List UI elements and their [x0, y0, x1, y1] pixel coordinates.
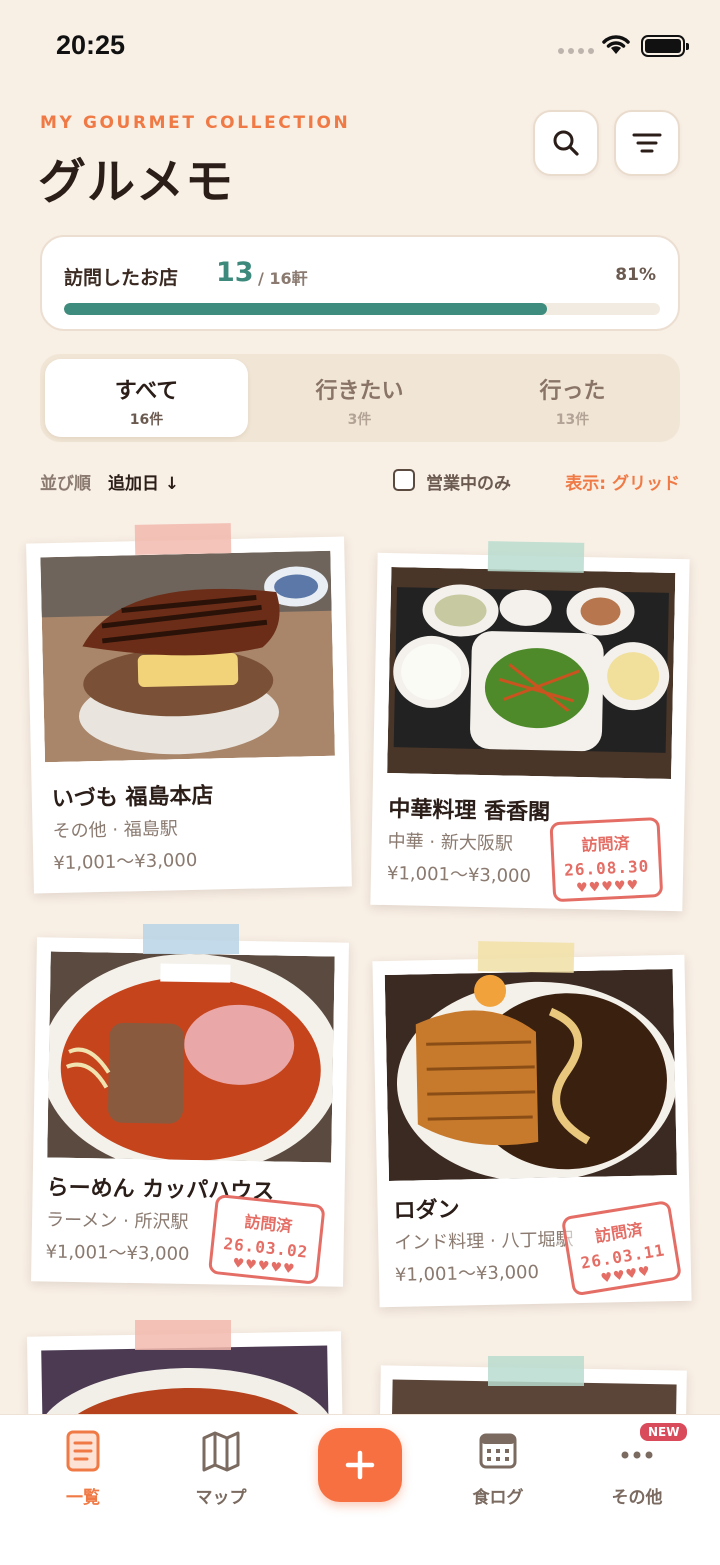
visit-progress-label: 訪問したお店 — [64, 267, 179, 289]
restaurant-price: ¥1,001～¥3,000 — [386, 863, 532, 888]
tab-count: 13件 — [555, 412, 590, 428]
restaurant-name: いづも 福島本店 — [51, 783, 214, 813]
visited-stamp: 訪問済 26.08.30 ♥♥♥♥♥ — [549, 816, 664, 903]
calendar-icon — [479, 1433, 517, 1469]
tab-want-to-go[interactable]: 行きたい 3件 — [258, 359, 461, 437]
tab-visited[interactable]: 行った 13件 — [471, 359, 674, 437]
nav-map[interactable]: マップ — [171, 1429, 271, 1508]
visited-stamp: 訪問済 26.03.11 ♥♥♥♥ — [560, 1199, 683, 1297]
restaurant-card[interactable]: らーめん カッパハウス ラーメン · 所沢駅 ¥1,001～¥3,000 訪問済… — [31, 937, 349, 1287]
visited-stamp: 訪問済 26.03.02 ♥♥♥♥♥ — [207, 1193, 326, 1285]
restaurant-name: ロダン — [393, 1197, 460, 1224]
visit-progress-card: 訪問したお店 13 / 16軒 81% — [40, 235, 680, 331]
restaurant-card[interactable]: ロダン インド料理 · 八丁堀駅 ¥1,001～¥3,000 訪問済 26.03… — [372, 954, 692, 1308]
restaurant-meta: その他 · 福島駅 — [52, 818, 178, 843]
restaurant-meta: 中華 · 新大阪駅 — [387, 831, 514, 855]
nav-list[interactable]: 一覧 — [33, 1429, 133, 1508]
food-photo — [384, 969, 677, 1182]
progress-fill — [64, 303, 547, 315]
open-only-checkbox[interactable] — [393, 469, 415, 491]
nav-label: 食ログ — [472, 1488, 524, 1508]
nav-label: マップ — [195, 1488, 247, 1508]
filter-icon — [632, 133, 662, 153]
visit-total: / 16軒 — [258, 269, 308, 288]
restaurant-meta: ラーメン · 所沢駅 — [45, 1209, 189, 1233]
restaurant-meta: インド料理 · 八丁堀駅 — [394, 1229, 574, 1254]
tab-label: 行った — [539, 379, 606, 404]
new-badge: NEW — [638, 1421, 690, 1443]
sort-filter-row: 並び順 追加日 ↓ 営業中のみ 表示: グリッド — [40, 467, 680, 495]
status-time: 20:25 — [56, 30, 126, 60]
app-title: グルメモ — [38, 154, 235, 210]
plus-icon — [345, 1450, 375, 1480]
app-subtitle: MY GOURMET COLLECTION — [40, 113, 351, 133]
restaurant-price: ¥1,001～¥3,000 — [53, 849, 198, 875]
search-button[interactable] — [533, 110, 599, 176]
map-icon — [202, 1431, 240, 1472]
notebook-icon — [66, 1430, 100, 1472]
food-photo — [40, 550, 335, 763]
food-photo — [47, 951, 335, 1163]
tab-label: すべて — [114, 379, 179, 404]
stamp-rating-hearts: ♥♥♥♥♥ — [575, 878, 640, 897]
restaurant-price: ¥1,001～¥3,000 — [394, 1261, 540, 1286]
tape-decoration — [488, 1356, 584, 1386]
progress-track — [64, 303, 660, 315]
tab-label: 行きたい — [315, 379, 404, 404]
restaurant-name: 中華料理 香香閣 — [388, 797, 551, 826]
stamp-label: 訪問済 — [581, 833, 631, 855]
tape-decoration — [134, 523, 232, 555]
signal-icon — [558, 48, 594, 54]
food-photo — [387, 567, 676, 779]
view-toggle[interactable]: 表示: グリッド — [565, 469, 680, 494]
stamp-date: 26.08.30 — [563, 856, 650, 880]
status-bar: 20:25 — [0, 0, 720, 90]
tape-decoration — [143, 924, 239, 954]
visit-count: 13 — [216, 257, 254, 288]
tape-decoration — [487, 541, 585, 573]
battery-icon — [641, 35, 689, 57]
restaurant-card[interactable]: いづも 福島本店 その他 · 福島駅 ¥1,001～¥3,000 — [26, 536, 352, 894]
sort-dropdown[interactable]: 追加日 ↓ — [108, 469, 179, 494]
tape-decoration — [135, 1320, 231, 1350]
tape-decoration — [477, 941, 575, 973]
tab-count: 16件 — [129, 412, 164, 428]
visit-percent: 81% — [615, 265, 656, 285]
tab-count: 3件 — [347, 412, 372, 428]
segment-tabs: すべて 16件 行きたい 3件 行った 13件 — [40, 354, 680, 442]
wifi-icon — [602, 35, 630, 54]
sort-label: 並び順 — [40, 474, 91, 494]
nav-food-log[interactable]: 食ログ — [448, 1429, 548, 1508]
nav-label: 一覧 — [66, 1488, 100, 1508]
add-button[interactable] — [318, 1428, 402, 1502]
tab-all[interactable]: すべて 16件 — [45, 359, 248, 437]
nav-label: その他 — [611, 1488, 663, 1508]
open-only-label[interactable]: 営業中のみ — [426, 469, 511, 494]
restaurant-price: ¥1,001～¥3,000 — [45, 1241, 190, 1266]
bottom-navigation: 一覧 マップ 食ログ その他 NEW — [0, 1414, 720, 1565]
filter-button[interactable] — [614, 110, 680, 176]
restaurant-card[interactable]: 中華料理 香香閣 中華 · 新大阪駅 ¥1,001～¥3,000 訪問済 26.… — [370, 552, 690, 912]
search-icon — [553, 130, 579, 156]
